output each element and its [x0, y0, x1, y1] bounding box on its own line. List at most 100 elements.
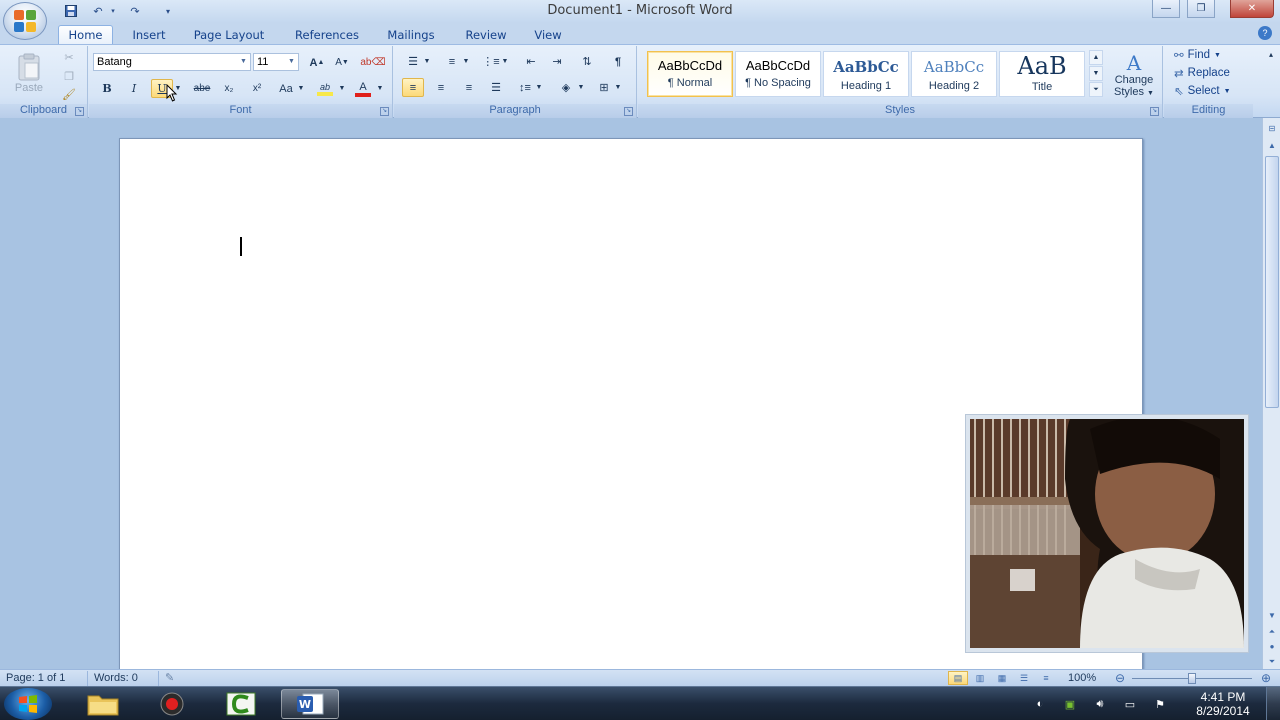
bullets-dropdown-icon[interactable]: ▼ — [422, 52, 432, 71]
show-desktop-button[interactable] — [1266, 687, 1280, 720]
tab-home[interactable]: Home — [58, 25, 113, 44]
copy-icon[interactable]: ❐ — [58, 67, 80, 86]
styles-scroll-down-icon[interactable]: ▼ — [1089, 66, 1103, 81]
multilevel-list-icon[interactable]: ⋮≡ — [480, 52, 502, 71]
taskbar-camtasia[interactable] — [212, 689, 270, 719]
select-button[interactable]: ⇖ Select ▼ — [1174, 83, 1231, 99]
highlight-dropdown-icon[interactable]: ▼ — [337, 79, 347, 98]
outline-icon[interactable]: ☰ — [1014, 671, 1034, 685]
draft-icon[interactable]: ≡ — [1036, 671, 1056, 685]
font-launcher-icon[interactable]: ↘ — [380, 107, 389, 116]
multilevel-dropdown-icon[interactable]: ▼ — [500, 52, 510, 71]
font-color-dropdown-icon[interactable]: ▼ — [375, 79, 385, 98]
paragraph-launcher-icon[interactable]: ↘ — [624, 107, 633, 116]
web-layout-icon[interactable]: ▦ — [992, 671, 1012, 685]
word-count-status[interactable]: Words: 0 — [87, 671, 138, 686]
italic-button[interactable]: I — [123, 79, 145, 98]
action-center-flag-icon[interactable]: ⚑ — [1152, 696, 1168, 712]
bullets-icon[interactable]: ☰ — [402, 52, 424, 71]
numbering-dropdown-icon[interactable]: ▼ — [461, 52, 471, 71]
zoom-slider-thumb[interactable] — [1188, 673, 1196, 684]
taskbar-word[interactable]: W — [281, 689, 339, 719]
zoom-out-icon[interactable]: ⊖ — [1110, 671, 1130, 685]
print-layout-icon[interactable]: ▤ — [948, 671, 968, 685]
justify-icon[interactable]: ☰ — [485, 78, 507, 97]
office-button[interactable] — [3, 2, 47, 40]
font-color-button[interactable]: A — [352, 79, 374, 98]
next-page-icon[interactable]: ⏷ — [1264, 654, 1280, 669]
line-spacing-dropdown-icon[interactable]: ▼ — [534, 78, 544, 97]
previous-page-icon[interactable]: ⏶ — [1264, 624, 1280, 639]
tab-references[interactable]: References — [287, 25, 367, 44]
proofing-icon[interactable]: ✎ — [158, 671, 174, 686]
volume-icon[interactable]: 🔊︎ — [1092, 696, 1108, 712]
shading-icon[interactable]: ◈ — [555, 78, 577, 97]
find-button[interactable]: ⚯ Find ▼ — [1174, 47, 1221, 63]
clipboard-launcher-icon[interactable]: ↘ — [75, 107, 84, 116]
tab-view[interactable]: View — [527, 25, 569, 44]
font-name-combo[interactable]: Batang ▼ — [93, 53, 251, 71]
close-button[interactable]: ✕ — [1230, 0, 1274, 18]
borders-dropdown-icon[interactable]: ▼ — [613, 78, 623, 97]
full-screen-reading-icon[interactable]: ▥ — [970, 671, 990, 685]
style-heading-2[interactable]: AaBbCc Heading 2 — [911, 51, 997, 97]
zoom-in-icon[interactable]: ⊕ — [1256, 671, 1276, 685]
styles-launcher-icon[interactable]: ↘ — [1150, 107, 1159, 116]
tab-review[interactable]: Review — [459, 25, 513, 44]
change-styles-button[interactable]: A Change Styles ▼ — [1108, 49, 1160, 103]
decrease-indent-icon[interactable]: ⇤ — [520, 52, 542, 71]
clear-formatting-icon[interactable]: ab⌫ — [360, 53, 385, 72]
styles-more-icon[interactable]: ⏷ — [1089, 82, 1103, 97]
align-center-icon[interactable]: ≡ — [430, 78, 452, 97]
style-normal[interactable]: AaBbCcDd ¶ Normal — [647, 51, 733, 97]
styles-scroll-up-icon[interactable]: ▲ — [1089, 50, 1103, 65]
font-size-combo[interactable]: 11 ▼ — [253, 53, 299, 71]
paste-button[interactable]: Paste — [8, 48, 50, 98]
tab-mailings[interactable]: Mailings — [380, 25, 442, 44]
borders-icon[interactable]: ⊞ — [593, 78, 615, 97]
page-count-status[interactable]: Page: 1 of 1 — [6, 671, 65, 686]
align-right-icon[interactable]: ≡ — [458, 78, 480, 97]
superscript-button[interactable]: x² — [246, 79, 268, 98]
scroll-thumb[interactable] — [1265, 156, 1279, 408]
tray-monitor-icon[interactable]: ▭ — [1122, 696, 1138, 712]
vertical-scrollbar[interactable]: ⊟ ▲ ▼ ⏶ ● ⏷ — [1262, 118, 1280, 669]
style-title[interactable]: AaB Title — [999, 51, 1085, 97]
tray-network-icon[interactable]: ◐ — [1032, 696, 1048, 712]
scroll-up-icon[interactable]: ▲ — [1264, 138, 1280, 153]
strikethrough-button[interactable]: abe — [191, 79, 213, 98]
format-painter-icon[interactable]: 🖌 — [58, 85, 80, 104]
browse-object-icon[interactable]: ● — [1264, 639, 1280, 654]
start-button[interactable] — [4, 688, 52, 720]
taskbar-clock[interactable]: 4:41 PM 8/29/2014 — [1188, 690, 1258, 718]
bold-button[interactable]: B — [96, 79, 118, 98]
subscript-button[interactable]: x₂ — [218, 79, 240, 98]
help-icon[interactable]: ? — [1258, 26, 1272, 40]
shading-dropdown-icon[interactable]: ▼ — [576, 78, 586, 97]
shrink-font-button[interactable]: A ▼ — [331, 53, 353, 72]
increase-indent-icon[interactable]: ⇥ — [546, 52, 568, 71]
grow-font-button[interactable]: A ▲ — [306, 53, 328, 72]
sort-icon[interactable]: ⇅ — [576, 52, 598, 71]
ribbon-collapse-icon[interactable]: ▴ — [1262, 45, 1280, 63]
align-left-icon[interactable]: ≡ — [402, 78, 424, 97]
numbering-icon[interactable]: ≡ — [441, 52, 463, 71]
minimize-button[interactable]: — — [1152, 0, 1180, 18]
taskbar-recorder[interactable] — [143, 689, 201, 719]
replace-button[interactable]: ⇄ Replace — [1174, 65, 1230, 81]
zoom-level[interactable]: 100% — [1068, 671, 1096, 686]
ruler-toggle-icon[interactable]: ⊟ — [1264, 121, 1280, 136]
cut-icon[interactable]: ✂ — [58, 48, 80, 67]
scroll-down-icon[interactable]: ▼ — [1264, 608, 1280, 623]
tab-insert[interactable]: Insert — [124, 25, 174, 44]
show-marks-button[interactable]: ¶ — [607, 52, 629, 71]
highlight-button[interactable]: ab — [314, 79, 336, 98]
line-spacing-icon[interactable]: ↕≡ — [514, 78, 536, 97]
tray-nvidia-icon[interactable]: ▣ — [1062, 696, 1078, 712]
tab-page-layout[interactable]: Page Layout — [186, 25, 272, 44]
style-no-spacing[interactable]: AaBbCcDd ¶ No Spacing — [735, 51, 821, 97]
change-case-button[interactable]: Aa — [275, 79, 297, 98]
taskbar-explorer[interactable] — [74, 689, 132, 719]
change-case-dropdown-icon[interactable]: ▼ — [296, 79, 306, 98]
style-heading-1[interactable]: AaBbCc Heading 1 — [823, 51, 909, 97]
